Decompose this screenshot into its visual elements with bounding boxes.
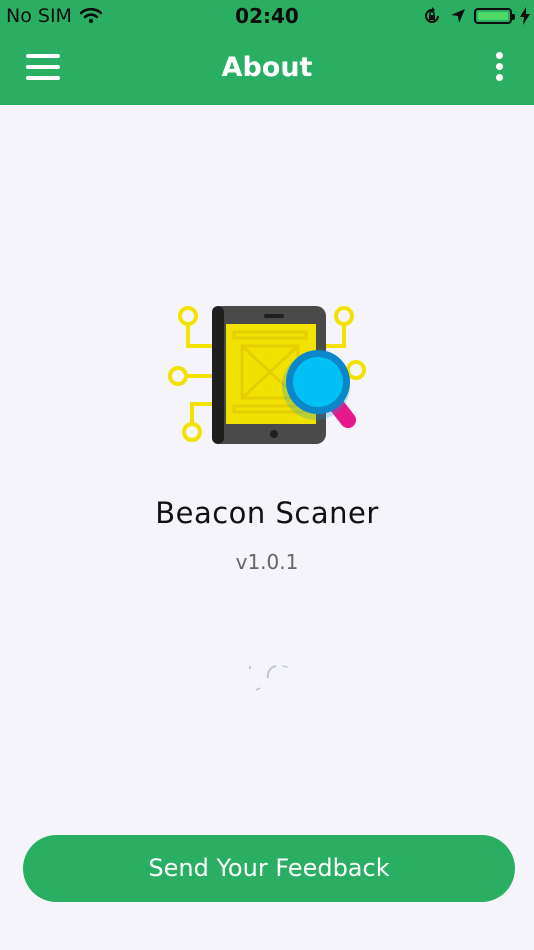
charging-bolt-icon: [520, 7, 530, 25]
page-title: About: [221, 52, 313, 83]
more-vertical-icon[interactable]: [494, 52, 504, 82]
location-arrow-icon: [451, 9, 465, 23]
app-header: No SIM 02:40 About: [0, 0, 534, 105]
beacon-scanner-tablet-icon: [168, 306, 366, 444]
navigation-bar: About: [0, 32, 534, 105]
loading-spinner-icon: [249, 665, 289, 691]
orientation-lock-icon: [425, 7, 439, 23]
status-right: [422, 6, 530, 26]
app-version: v1.0.1: [235, 550, 299, 574]
status-bar: No SIM 02:40: [0, 0, 534, 32]
send-feedback-button[interactable]: Send Your Feedback: [23, 835, 515, 902]
battery-icon: [474, 8, 515, 24]
app-name: Beacon Scaner: [155, 496, 379, 530]
